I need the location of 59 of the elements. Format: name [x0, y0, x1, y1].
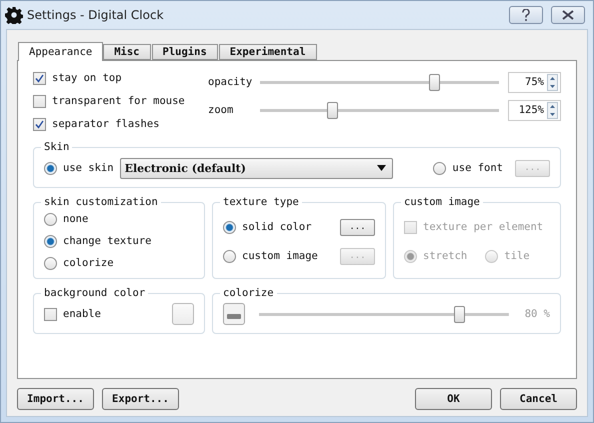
group-title: colorize: [222, 287, 275, 299]
radio-button[interactable]: [44, 162, 57, 174]
group-title: custom image: [403, 196, 481, 208]
group-title: background color: [43, 287, 146, 299]
color-swatch[interactable]: [172, 303, 194, 325]
radio-label: change texture: [63, 235, 152, 247]
checkbox[interactable]: [33, 94, 46, 108]
help-button[interactable]: [509, 6, 543, 24]
radio-label: colorize: [63, 257, 114, 269]
dialog-button[interactable]: OK: [415, 388, 492, 410]
help-icon: [522, 9, 530, 21]
group-title: texture type: [222, 196, 300, 208]
tab[interactable]: Plugins: [152, 44, 218, 60]
slider-label: opacity: [208, 76, 254, 88]
radio-button[interactable]: [44, 212, 57, 226]
close-button[interactable]: [551, 6, 585, 24]
radio-label: custom image: [242, 250, 319, 262]
slider-thumb[interactable]: [429, 74, 440, 91]
group-title: Skin: [43, 141, 70, 153]
checkbox-label: texture per element: [423, 221, 544, 233]
radio-button[interactable]: [44, 234, 57, 248]
dropdown-arrow-icon: [376, 165, 386, 171]
color-bar-icon: [227, 314, 241, 319]
dialog-button[interactable]: Cancel: [500, 388, 577, 410]
radio-button[interactable]: [433, 162, 446, 174]
radio-label: use skin: [63, 162, 114, 174]
gear-icon: [5, 6, 23, 24]
slider-label: zoom: [208, 104, 234, 116]
radio-label: none: [63, 213, 88, 225]
checkbox-label: stay on top: [52, 72, 122, 84]
browse-button[interactable]: ...: [340, 218, 375, 236]
close-icon: [562, 10, 574, 20]
radio-button[interactable]: [223, 220, 236, 234]
window-title: Settings - Digital Clock: [27, 8, 165, 22]
color-button[interactable]: [223, 303, 245, 325]
radio-button[interactable]: [44, 256, 57, 270]
dialog-button[interactable]: Export...: [102, 388, 179, 410]
spin-arrows-icon: [547, 102, 558, 118]
checkbox[interactable]: [33, 118, 46, 130]
checkbox[interactable]: [44, 308, 57, 320]
tab[interactable]: Experimental: [218, 44, 317, 60]
spin-box[interactable]: 75%: [508, 72, 561, 92]
slider-thumb[interactable]: [326, 102, 338, 119]
checkbox-label: enable: [63, 308, 102, 320]
skin-dropdown[interactable]: Electronic (default): [120, 158, 393, 178]
spin-box[interactable]: 125%: [508, 100, 561, 120]
dialog-button[interactable]: Import...: [17, 388, 94, 410]
radio-label: stretch: [423, 250, 468, 262]
group-title: skin customization: [43, 196, 159, 208]
radio-label: tile: [504, 250, 530, 262]
checkbox-label: separator flashes: [52, 118, 160, 130]
checkbox-label: transparent for mouse: [52, 95, 185, 107]
checkbox[interactable]: [33, 72, 46, 84]
slider-reading: 80 %: [524, 308, 550, 320]
tab[interactable]: Appearance: [18, 42, 104, 61]
tab[interactable]: Misc: [103, 44, 151, 60]
radio-label: solid color: [242, 221, 313, 233]
spin-arrows-icon: [547, 74, 558, 90]
radio-label: use font: [452, 162, 503, 174]
